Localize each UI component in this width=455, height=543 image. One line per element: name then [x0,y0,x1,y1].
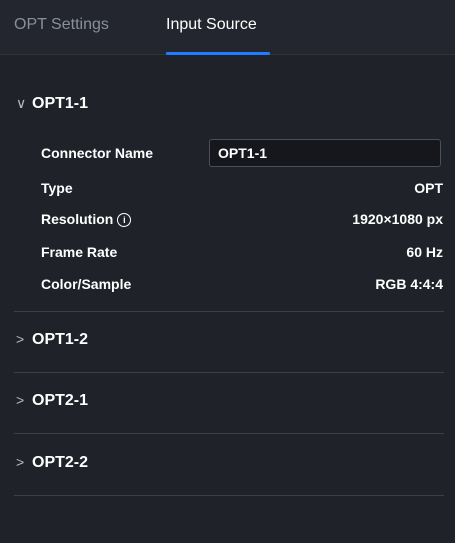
connector-name-label: Connector Name [41,145,154,161]
resolution-label-row: Resolution i [41,211,132,227]
section-header-opt1-1[interactable]: ∨ OPT1-1 [16,95,88,113]
section-title: OPT2-1 [32,392,89,409]
chevron-right-icon: > [16,331,25,347]
type-label: Type [41,180,73,196]
chevron-right-icon: > [16,392,25,408]
section-title: OPT1-2 [32,331,89,348]
frame-rate-value: 60 Hz [406,244,443,260]
chevron-down-icon: ∨ [16,95,27,111]
resolution-value: 1920×1080 px [352,211,443,227]
chevron-right-icon: > [16,454,25,470]
section-header-opt2-2[interactable]: > OPT2-2 [16,454,88,472]
section-header-opt2-1[interactable]: > OPT2-1 [16,392,88,410]
frame-rate-label: Frame Rate [41,244,118,260]
tab-opt-settings[interactable]: OPT Settings [14,16,109,34]
input-source-panel: OPT Settings Input Source ∨ OPT1-1 Connec… [0,0,455,543]
section-header-opt1-2[interactable]: > OPT1-2 [16,331,88,349]
divider [14,495,444,496]
divider [14,372,444,373]
divider [14,433,444,434]
color-sample-label: Color/Sample [41,276,132,292]
section-title: OPT1-1 [32,95,89,112]
connector-name-input[interactable] [209,139,441,167]
section-title: OPT2-2 [32,454,89,471]
tab-bar: OPT Settings Input Source [0,0,455,55]
color-sample-value: RGB 4:4:4 [375,276,443,292]
type-value: OPT [414,180,443,196]
resolution-label: Resolution [41,211,114,227]
divider [14,311,444,312]
info-icon[interactable]: i [117,213,132,227]
active-tab-indicator [166,52,270,55]
tab-input-source[interactable]: Input Source [166,16,257,34]
